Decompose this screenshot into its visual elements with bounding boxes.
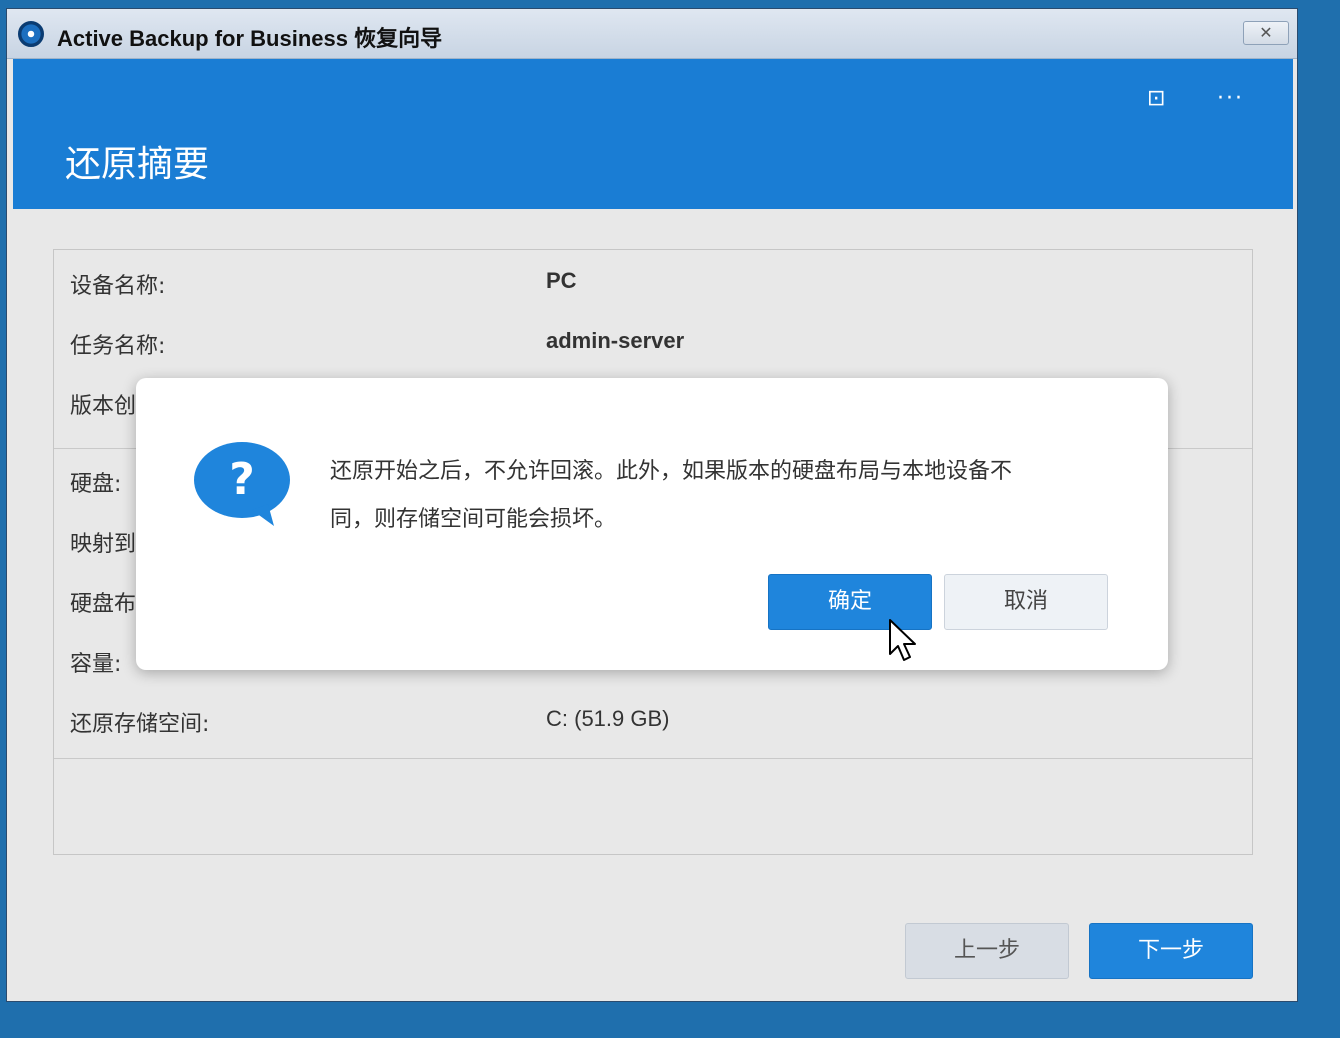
title-bar: Active Backup for Business 恢复向导 ✕ [7, 9, 1297, 59]
question-bubble-icon: ? [194, 442, 290, 526]
summary-label-disk-layout: 硬盘布 [70, 592, 137, 617]
more-icon[interactable]: ··· [1217, 87, 1244, 111]
cancel-button[interactable]: 取消 [944, 574, 1108, 630]
dialog-message-line: 还原开始之后，不允许回滚。此外，如果版本的硬盘布局与本地设备不 [330, 459, 1013, 484]
active-backup-logo-icon [18, 21, 44, 47]
summary-label-task-name: 任务名称: [70, 334, 166, 359]
summary-label-device-name: 设备名称: [70, 274, 166, 299]
mouse-cursor-icon [889, 619, 916, 661]
summary-label-version: 版本创 [70, 394, 137, 419]
summary-label-mapping: 映射到 [70, 532, 137, 557]
summary-label-disk: 硬盘: [70, 472, 122, 497]
confirm-dialog: ? 还原开始之后，不允许回滚。此外，如果版本的硬盘布局与本地设备不 同，则存储空… [136, 378, 1168, 670]
summary-label-capacity: 容量: [70, 652, 122, 677]
previous-step-button[interactable]: 上一步 [905, 923, 1069, 979]
window-title: Active Backup for Business 恢复向导 [57, 26, 443, 51]
wizard-header: ⊡ ··· 还原摘要 [13, 59, 1293, 209]
summary-value-task-name: admin-server [546, 328, 685, 353]
next-step-button[interactable]: 下一步 [1089, 923, 1253, 979]
summary-label-restore-storage: 还原存储空间: [70, 712, 210, 737]
summary-divider [54, 758, 1252, 759]
summary-value-device-name: PC [546, 268, 577, 293]
page-title: 还原摘要 [65, 144, 210, 185]
summary-value-restore-storage: C: (51.9 GB) [546, 706, 670, 731]
dialog-message-line: 同，则存储空间可能会损坏。 [330, 507, 617, 532]
display-icon[interactable]: ⊡ [1147, 87, 1165, 111]
question-mark: ? [229, 454, 255, 505]
dialog-message: 还原开始之后，不允许回滚。此外，如果版本的硬盘布局与本地设备不 同，则存储空间可… [330, 448, 1100, 544]
close-button[interactable]: ✕ [1243, 21, 1289, 45]
